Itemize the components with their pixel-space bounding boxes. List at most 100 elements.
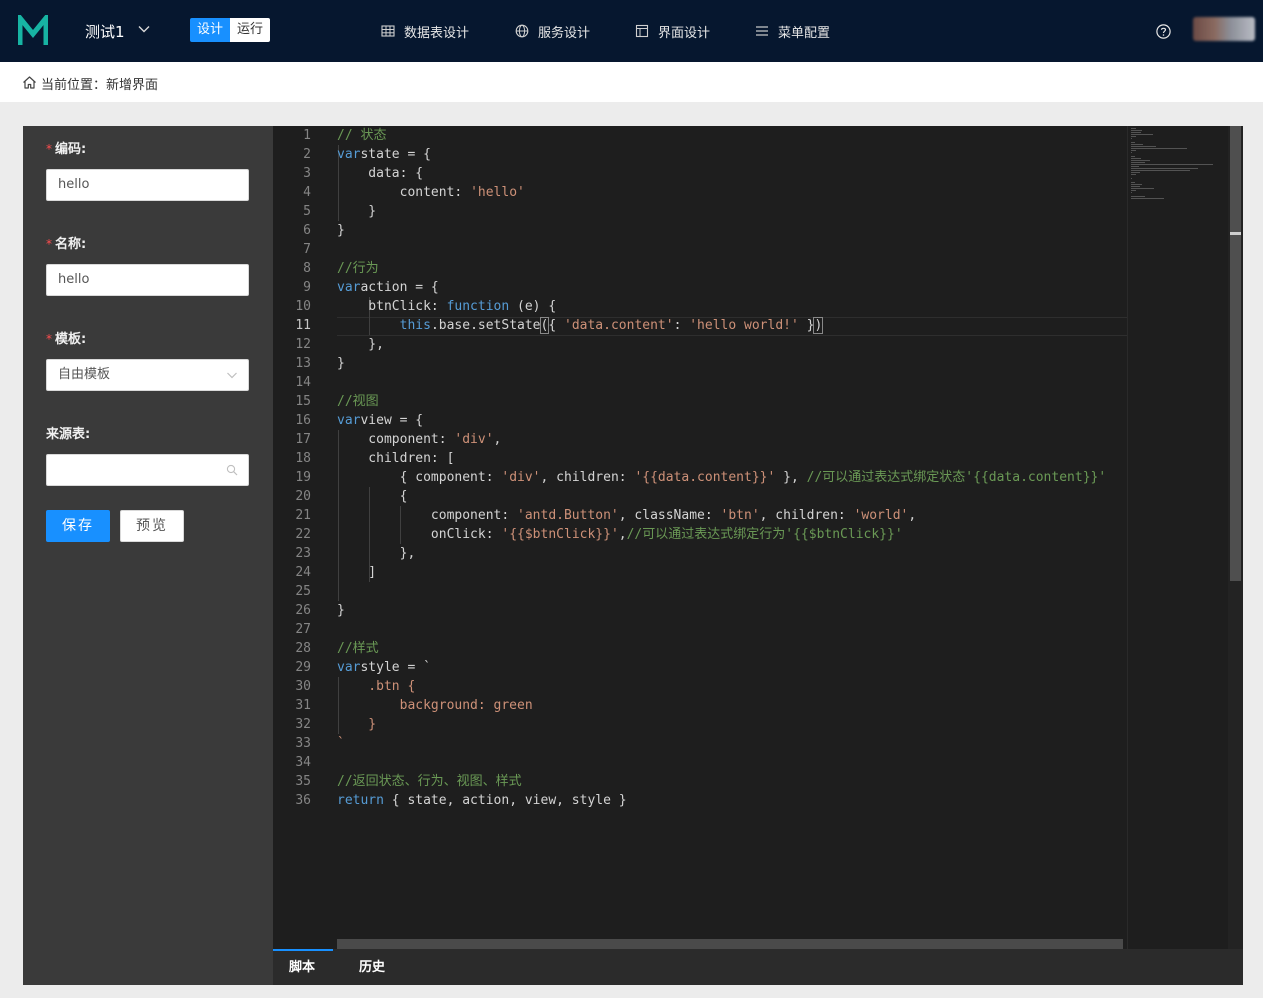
code-line: `	[337, 734, 345, 753]
minimap-line	[1131, 150, 1136, 151]
mode-toggle: 设计 运行	[190, 18, 271, 42]
tab-script[interactable]: 脚本	[289, 949, 315, 985]
code-token: 'data.content'	[564, 318, 674, 333]
code-token: , children:	[759, 508, 854, 523]
mode-run-button[interactable]: 运行	[230, 18, 271, 42]
code-token: 'div'	[501, 470, 541, 485]
line-number: 33	[295, 736, 311, 751]
line-number-gutter: 1 2 3 4 5 6 7 8 9 10 11 12 13 14 15 16 17 18 19 20 21 22 23 24 2…	[273, 126, 333, 949]
code-area[interactable]: // 状态 varstate = { data: { content: 'hell…	[337, 126, 1106, 808]
chevron-down-icon[interactable]	[137, 22, 151, 36]
code-minimap[interactable]	[1127, 126, 1228, 949]
tab-history[interactable]: 历史	[359, 949, 385, 985]
code-line: }	[337, 354, 345, 373]
save-button[interactable]: 保存	[46, 510, 110, 542]
code-token: 'hello world!'	[689, 318, 799, 333]
minimap-line	[1131, 136, 1136, 137]
code-token: return	[337, 793, 384, 808]
line-number: 26	[295, 603, 311, 618]
mode-design-button[interactable]: 设计	[190, 18, 231, 42]
code-line: //行为	[337, 259, 379, 278]
nav-label: 数据表设计	[404, 25, 470, 41]
code-line: children: [	[337, 449, 454, 468]
code-line: // 状态	[337, 126, 386, 145]
horizontal-scrollbar[interactable]	[337, 939, 1123, 949]
minimap-line	[1131, 196, 1145, 197]
code-token: background: green	[337, 698, 533, 713]
line-number: 25	[295, 584, 311, 599]
code-token: },	[337, 337, 384, 352]
minimap-line	[1131, 188, 1154, 189]
breadcrumb: 当前位置：新增界面	[0, 62, 1263, 102]
line-number: 21	[295, 508, 311, 523]
search-icon[interactable]	[226, 464, 238, 476]
code-token: ,	[908, 508, 917, 523]
cursor-position-marker	[1230, 232, 1241, 235]
code-token: 'div'	[454, 432, 494, 447]
code-token: //行为	[337, 261, 379, 276]
app-name[interactable]: 测试1	[85, 21, 125, 42]
minimap-line	[1131, 156, 1135, 157]
code-token: ,	[618, 527, 627, 542]
code-line: varview = {	[337, 411, 423, 430]
logo-icon[interactable]	[18, 15, 48, 47]
nav-menu-config[interactable]: 菜单配置	[755, 0, 830, 62]
code-token: }	[337, 603, 345, 618]
required-mark: *	[46, 142, 52, 156]
template-label: * 模板:	[46, 332, 87, 347]
code-line: component: 'div',	[337, 430, 501, 449]
line-number: 7	[303, 242, 311, 257]
code-token: data: {	[337, 166, 424, 181]
vertical-scroll-thumb[interactable]	[1230, 126, 1241, 581]
code-line: }	[337, 601, 345, 620]
name-input[interactable]: hello	[46, 264, 249, 296]
code-line: this.base.setState({ 'data.content': 'he…	[337, 316, 824, 335]
code-token: var	[337, 660, 361, 675]
nav-table-design[interactable]: 数据表设计	[381, 0, 469, 62]
line-number: 31	[295, 698, 311, 713]
line-number: 8	[303, 261, 311, 276]
layout-icon	[635, 24, 649, 38]
minimap-line	[1131, 184, 1142, 185]
code-line: {	[337, 487, 408, 506]
line-number: 5	[303, 204, 311, 219]
code-token: .btn {	[337, 679, 416, 694]
preview-button[interactable]: 预览	[120, 510, 184, 542]
code-token: action = {	[360, 280, 439, 295]
code-token: var	[337, 413, 361, 428]
code-line: component: 'antd.Button', className: 'bt…	[337, 506, 916, 525]
line-number: 11	[295, 318, 311, 333]
nav-label: 服务设计	[538, 25, 591, 41]
avatar[interactable]	[1193, 17, 1255, 41]
code-line: { component: 'div', children: '{{data.co…	[337, 468, 1107, 487]
line-number: 2	[303, 147, 311, 162]
vertical-scrollbar[interactable]	[1228, 126, 1243, 949]
code-line: background: green	[337, 696, 533, 715]
line-number: 24	[295, 565, 311, 580]
nav-service-design[interactable]: 服务设计	[515, 0, 590, 62]
name-label: * 名称:	[46, 237, 87, 252]
question-circle-icon[interactable]	[1156, 24, 1171, 39]
code-line: data: {	[337, 164, 423, 183]
nav-label: 菜单配置	[778, 25, 831, 41]
code-token: }	[337, 717, 377, 732]
code-token: .base.setState	[430, 318, 541, 333]
code-token: view = {	[360, 413, 424, 428]
code-editor[interactable]: 1 2 3 4 5 6 7 8 9 10 11 12 13 14 15 16 17 18 19 20 21 22 23 24 2…	[273, 126, 1243, 949]
line-number: 6	[303, 223, 311, 238]
code-token: btnClick:	[337, 299, 447, 314]
code-input[interactable]: hello	[46, 169, 249, 201]
line-number: 27	[295, 622, 311, 637]
line-number: 3	[303, 166, 311, 181]
code-token: },	[775, 470, 807, 485]
minimap-line	[1131, 132, 1141, 133]
source-table-search-input[interactable]	[46, 454, 249, 486]
code-input-value: hello	[58, 177, 90, 192]
line-number: 23	[295, 546, 311, 561]
minimap-line	[1131, 148, 1187, 149]
line-number: 30	[295, 679, 311, 694]
nav-ui-design[interactable]: 界面设计	[635, 0, 710, 62]
template-select[interactable]: 自由模板	[46, 359, 249, 391]
editor-bottom-tabs: 脚本 历史	[273, 949, 1243, 985]
